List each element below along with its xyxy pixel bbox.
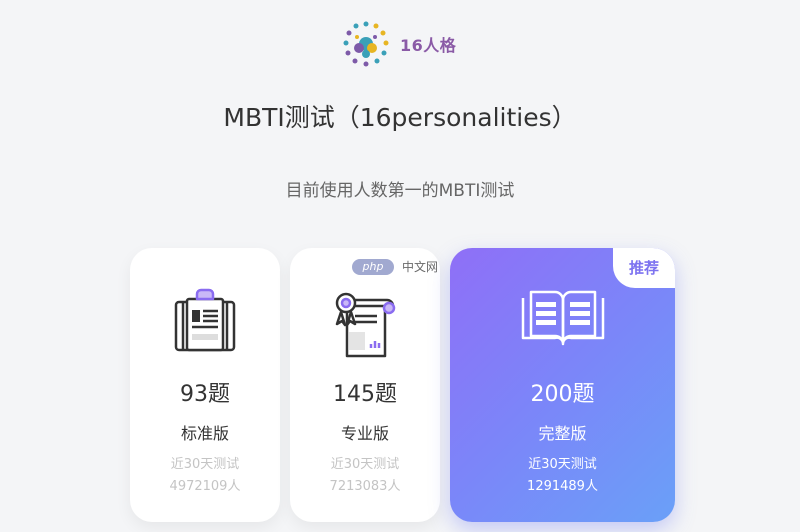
test-card-standard[interactable]: 93题 标准版 近30天测试 4972109人 (130, 248, 280, 522)
open-book-icon (521, 290, 604, 346)
logo-dots-icon (343, 21, 389, 67)
recent-tests-value: 4972109人 (169, 479, 241, 494)
recommend-badge: 推荐 (613, 248, 675, 288)
watermark: php 中文网 (352, 258, 438, 275)
edition-label: 专业版 (340, 424, 389, 443)
recent-tests-label: 近30天测试 (330, 457, 400, 472)
question-count: 93题 (180, 382, 230, 407)
recent-tests-label: 近30天测试 (528, 457, 597, 472)
watermark-logo: php (352, 258, 394, 275)
watermark-text: 中文网 (402, 260, 439, 274)
question-count: 145题 (333, 382, 397, 407)
recent-tests-label: 近30天测试 (170, 457, 240, 472)
recent-tests-value: 7213083人 (329, 479, 401, 494)
site-logo[interactable]: 16人格 (340, 18, 456, 70)
logo-text: 16人格 (400, 36, 457, 55)
test-card-complete[interactable]: 推荐 200题 完整版 近30天测试 1291489人 (450, 248, 675, 522)
edition-label: 完整版 (538, 424, 587, 443)
document-flower-icon (335, 292, 396, 358)
question-count: 200题 (530, 382, 595, 407)
test-card-professional[interactable]: 145题 专业版 近30天测试 7213083人 (290, 248, 440, 522)
recent-tests: 近30天测试 4972109人 (130, 454, 280, 498)
clipboard-icon (174, 288, 236, 352)
page-subtitle: 目前使用人数第一的MBTI测试 (285, 181, 515, 201)
recent-tests-value: 1291489人 (527, 479, 598, 494)
recent-tests: 近30天测试 1291489人 (450, 454, 675, 498)
edition-label: 标准版 (180, 424, 229, 443)
recent-tests: 近30天测试 7213083人 (290, 454, 440, 498)
page-title: MBTI测试（16personalities） (223, 103, 577, 132)
